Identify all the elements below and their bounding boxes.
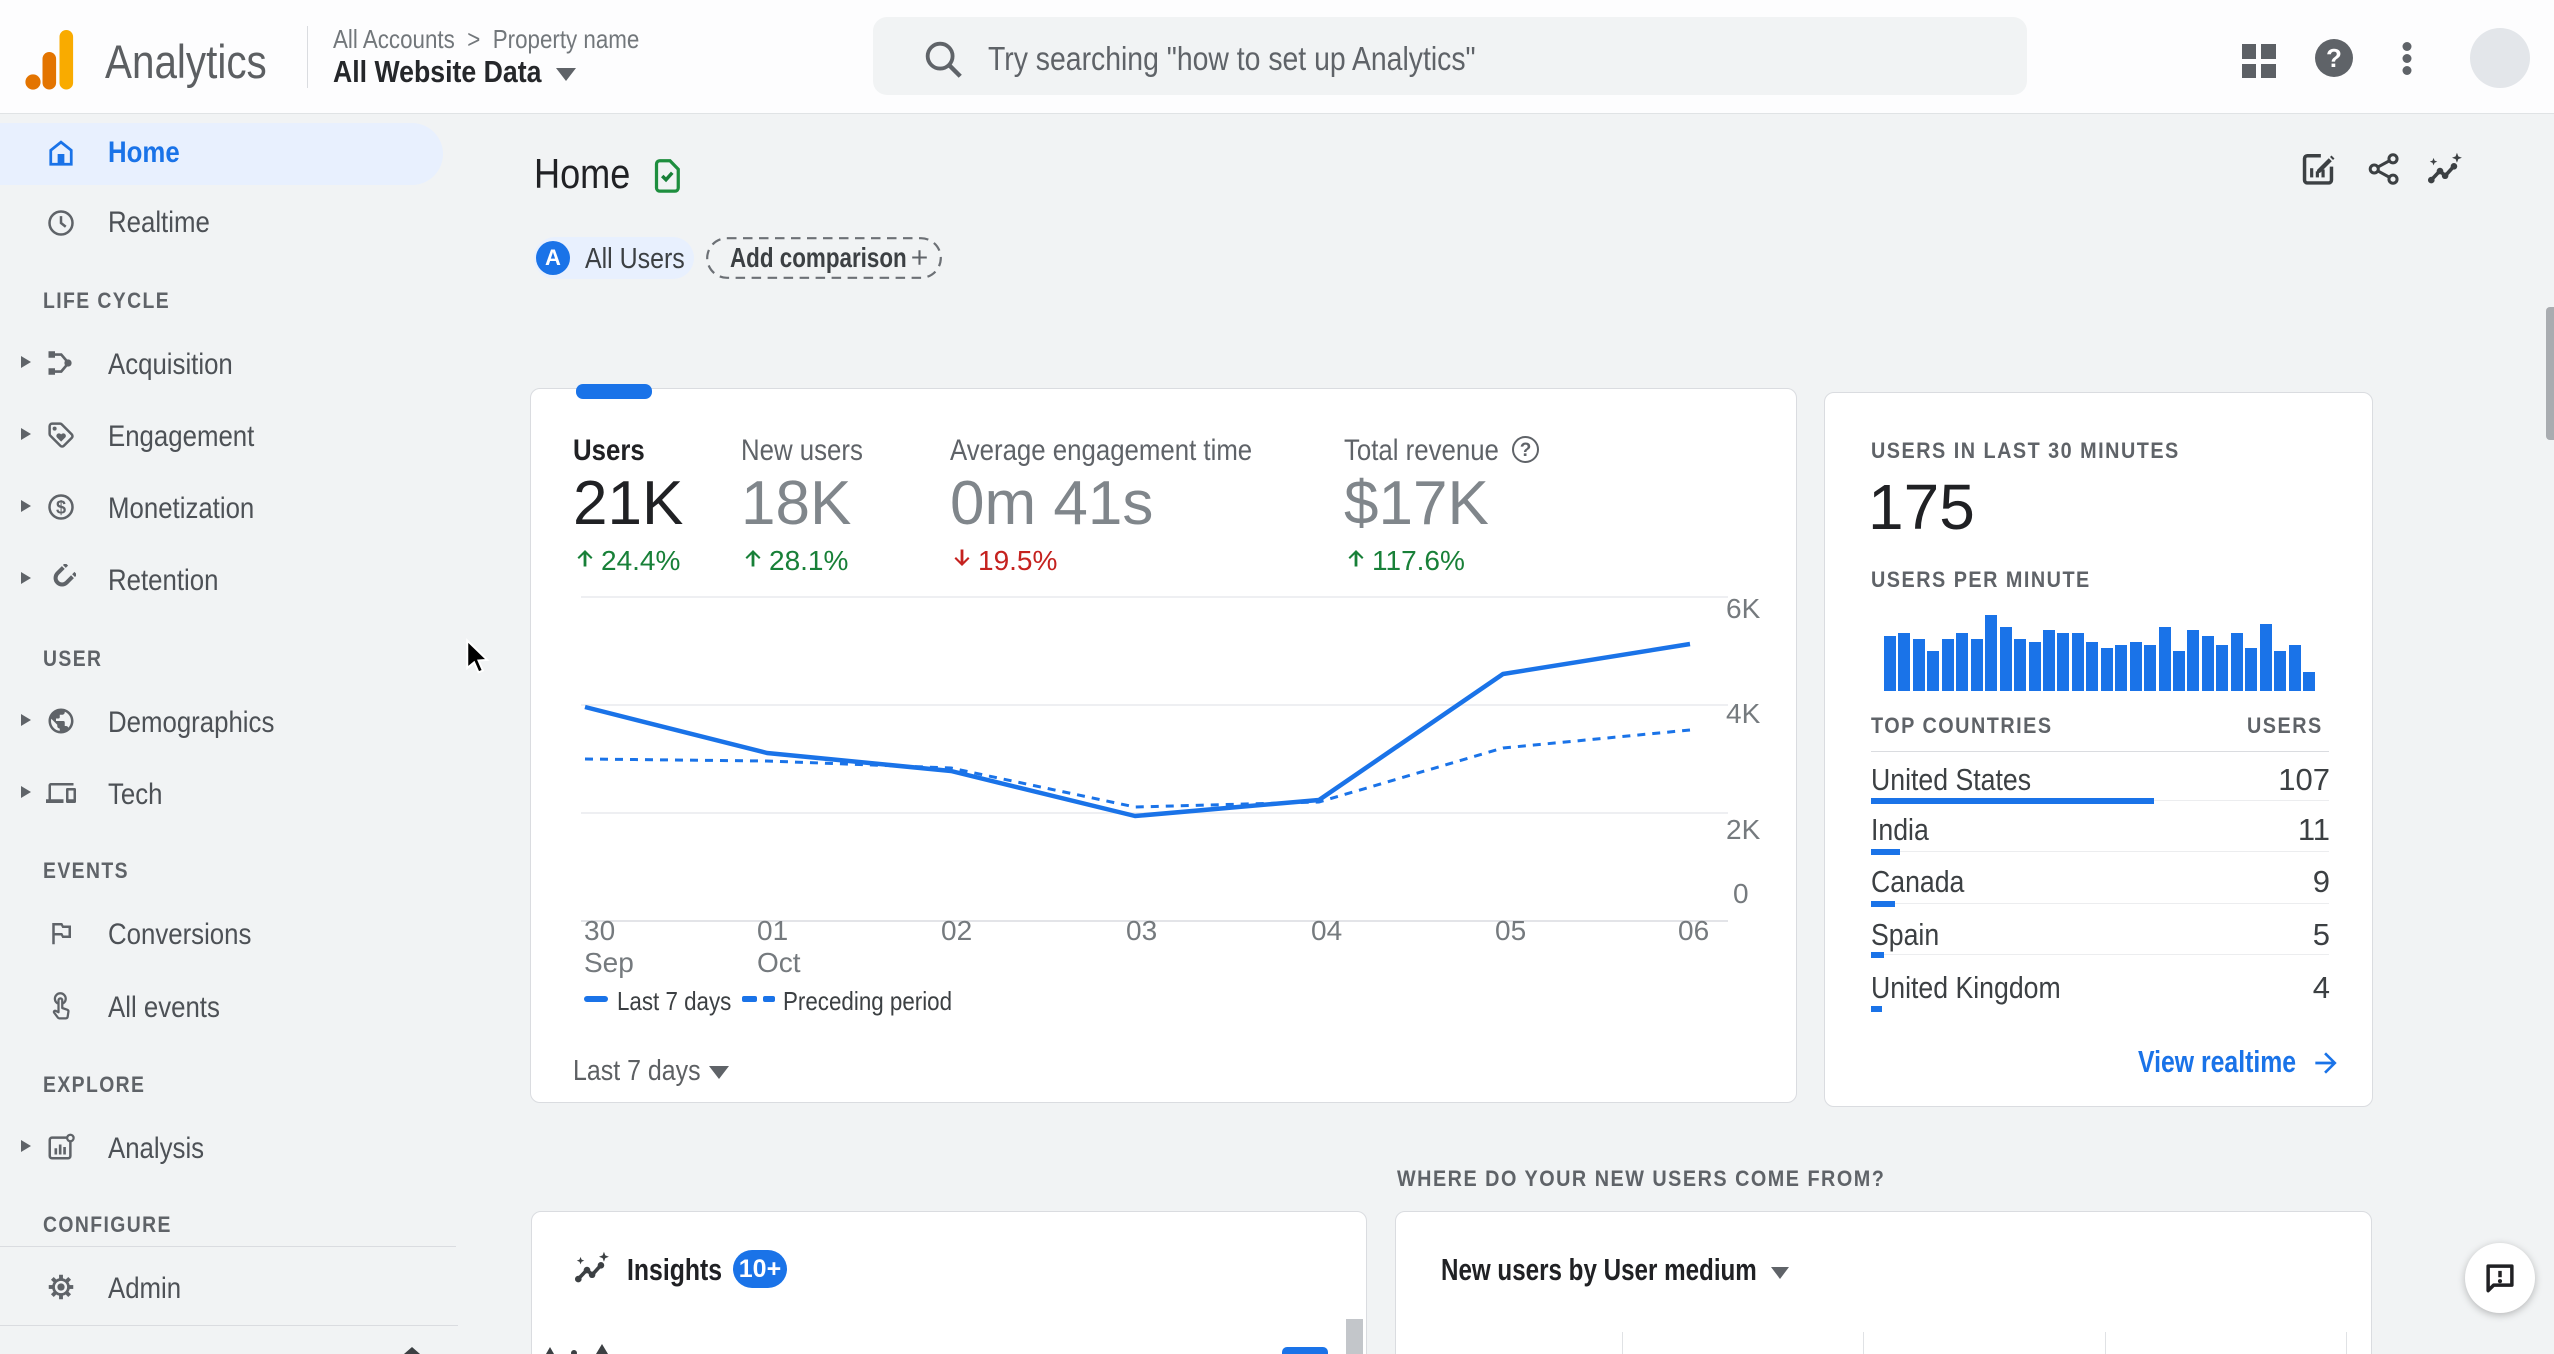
svg-text:$: $ bbox=[56, 498, 66, 518]
